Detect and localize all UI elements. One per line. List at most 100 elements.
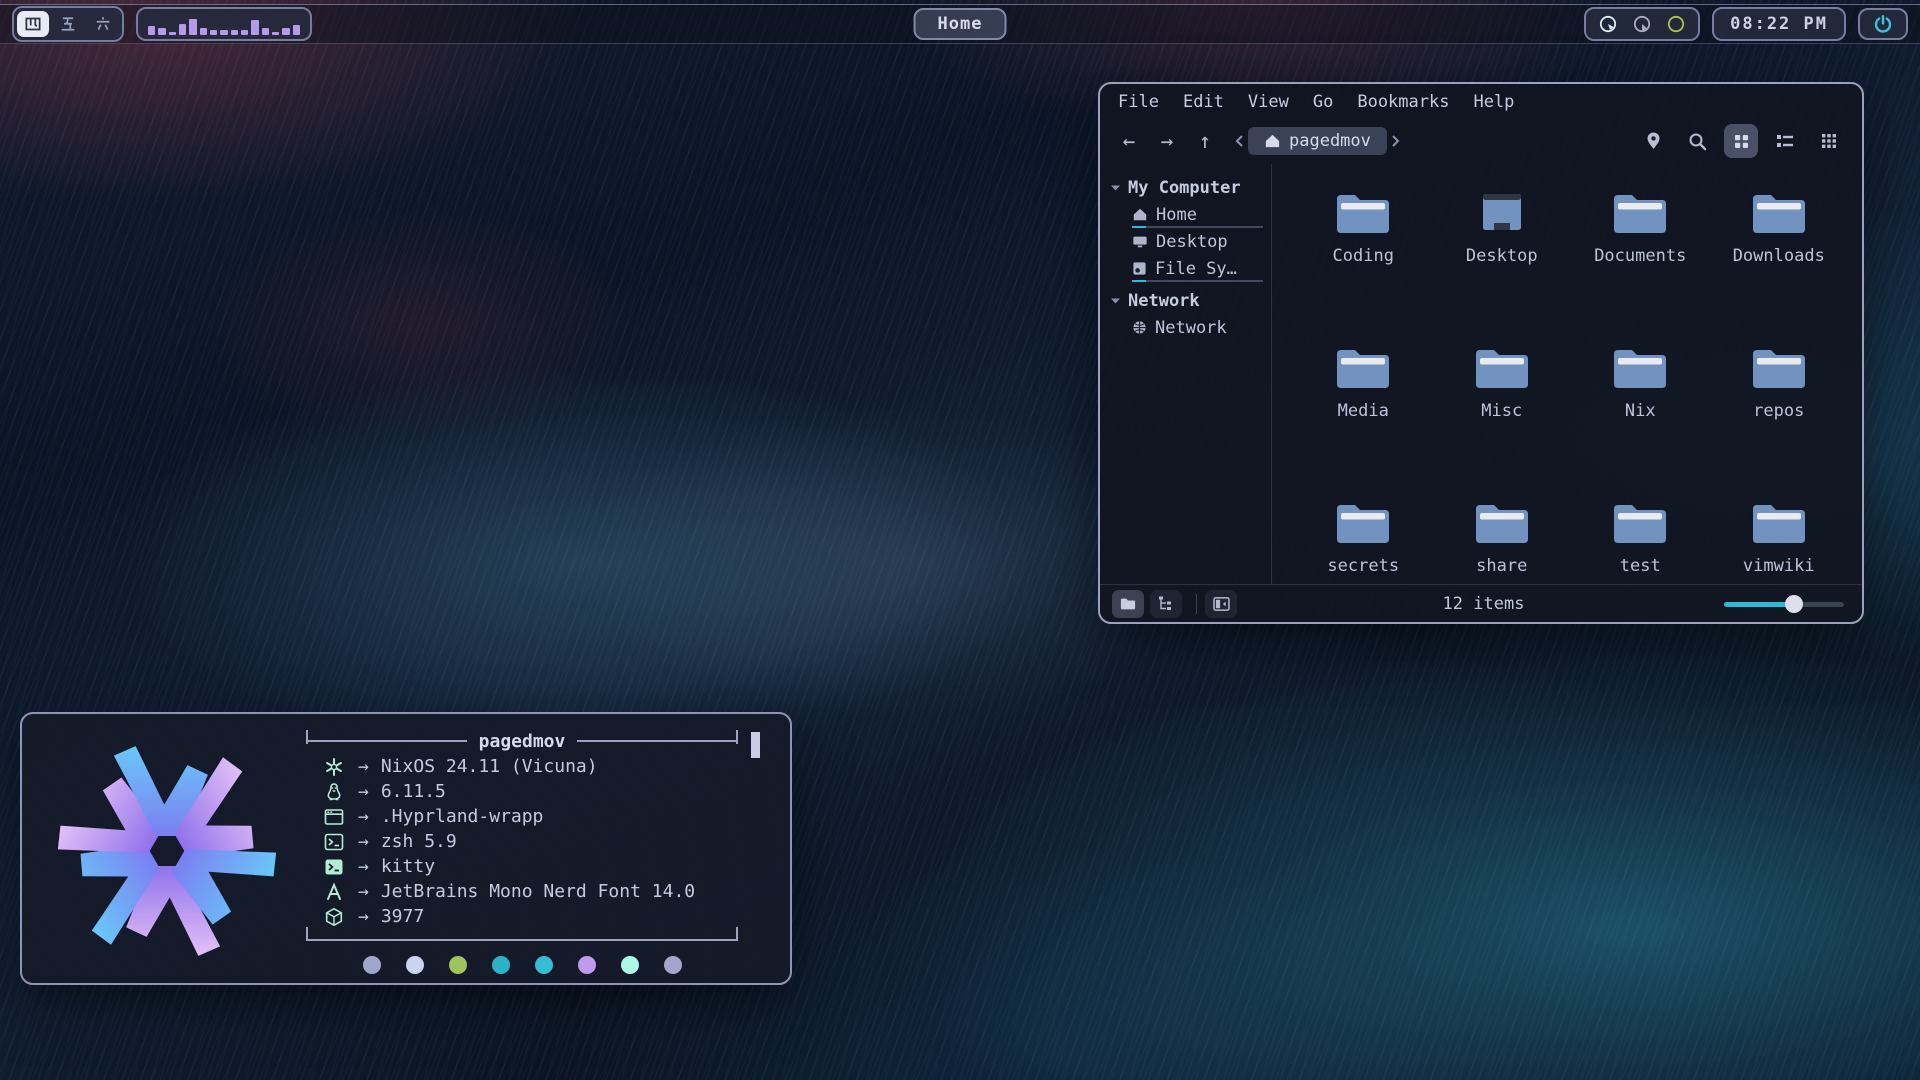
folder-test[interactable]: test <box>1571 494 1710 649</box>
folder-icon <box>1750 345 1808 391</box>
arrow-icon: → <box>358 756 369 777</box>
palette-dot <box>449 956 467 974</box>
toolbar: ← → ↑ pagedmov <box>1100 118 1862 164</box>
list-view-button[interactable] <box>1768 124 1802 158</box>
folder-share[interactable]: share <box>1433 494 1572 649</box>
slider-thumb[interactable] <box>1785 595 1803 613</box>
system-tray <box>1584 7 1700 41</box>
folder-icon <box>1611 190 1669 236</box>
menu-view[interactable]: View <box>1248 92 1289 114</box>
home-icon <box>1264 133 1281 149</box>
clock[interactable]: 08:22 PM <box>1712 7 1846 41</box>
path-tab-label: pagedmov <box>1289 131 1371 151</box>
usage-gauge-1-icon[interactable] <box>1598 14 1618 34</box>
nix-icon <box>324 757 344 777</box>
toggle-side-pane-button[interactable] <box>1205 590 1237 618</box>
power-button[interactable] <box>1858 8 1908 40</box>
compact-view-button[interactable] <box>1812 124 1846 158</box>
font-icon <box>324 882 344 902</box>
file-grid: Coding Desktop Documents Downloads Media <box>1272 164 1862 584</box>
menu-bookmarks[interactable]: Bookmarks <box>1357 92 1449 114</box>
home-icon <box>1132 207 1148 222</box>
folder-coding[interactable]: Coding <box>1294 184 1433 339</box>
sidebar-section-my-computer[interactable]: My Computer <box>1110 174 1265 201</box>
location-pin-button[interactable] <box>1636 124 1670 158</box>
folder-misc[interactable]: Misc <box>1433 339 1572 494</box>
tab-scroll-right-icon[interactable] <box>1391 134 1401 148</box>
active-window-title[interactable]: Home <box>914 8 1007 40</box>
top-bar: Home 08:22 PM <box>0 4 1920 44</box>
tree-pane-button[interactable] <box>1150 590 1182 618</box>
up-button[interactable]: ↑ <box>1192 129 1218 153</box>
folder-nix[interactable]: Nix <box>1571 339 1710 494</box>
hanzi-six-icon <box>95 16 111 32</box>
list-view-icon <box>1776 133 1794 149</box>
kernel-value: 6.11.5 <box>381 781 446 802</box>
info-row-terminal: → kitty <box>322 854 722 879</box>
folder-desktop[interactable]: Desktop <box>1433 184 1572 339</box>
info-row-kernel: → 6.11.5 <box>322 779 722 804</box>
folder-media[interactable]: Media <box>1294 339 1433 494</box>
shell-value: zsh 5.9 <box>381 831 457 852</box>
info-row-packages: → 3977 <box>322 904 722 929</box>
linux-icon <box>325 782 343 802</box>
folder-small-icon <box>1120 597 1136 611</box>
desktop-icon <box>1132 234 1148 249</box>
zoom-slider[interactable] <box>1724 595 1844 613</box>
sidebar-section-network[interactable]: Network <box>1110 287 1265 314</box>
nixos-snowflake-icon <box>58 742 276 960</box>
info-row-wm: → .Hyprland-wrapp <box>322 804 722 829</box>
sidebar-item-desktop[interactable]: Desktop <box>1110 228 1265 255</box>
arrow-icon: → <box>358 856 369 877</box>
menu-go[interactable]: Go <box>1313 92 1333 114</box>
arrow-icon: → <box>358 906 369 927</box>
workspace-6[interactable] <box>87 11 119 37</box>
arrow-icon: → <box>358 781 369 802</box>
forward-button[interactable]: → <box>1154 129 1180 153</box>
side-pane-icon <box>1213 597 1230 611</box>
terminal-cursor <box>751 732 760 758</box>
icon-view-button[interactable] <box>1724 124 1758 158</box>
sidebar-item-network[interactable]: Network <box>1110 314 1265 341</box>
hostname: pagedmov <box>479 731 566 752</box>
info-row-shell: → zsh 5.9 <box>322 829 722 854</box>
back-button[interactable]: ← <box>1116 129 1142 153</box>
sidebar-item-filesystem[interactable]: File Sy… <box>1110 255 1265 282</box>
location-pin-icon <box>1645 131 1662 151</box>
search-icon <box>1688 132 1707 151</box>
menu-help[interactable]: Help <box>1473 92 1514 114</box>
info-row-font: → JetBrains Mono Nerd Font 14.0 <box>322 879 722 904</box>
tab-scroll-left-icon[interactable] <box>1234 134 1244 148</box>
folder-icon <box>1611 345 1669 391</box>
folder-secrets[interactable]: secrets <box>1294 494 1433 649</box>
hanzi-five-icon <box>60 16 76 32</box>
palette-dot <box>406 956 424 974</box>
folder-downloads[interactable]: Downloads <box>1710 184 1849 339</box>
places-pane-button[interactable] <box>1112 590 1144 618</box>
chevron-down-icon <box>1110 297 1121 305</box>
workspace-5[interactable] <box>52 11 84 37</box>
audio-visualizer <box>136 7 312 41</box>
workspace-4[interactable] <box>17 11 49 37</box>
monitor-icon <box>1473 190 1531 236</box>
terminal-window: pagedmov → NixOS 24.11 (Vicuna) → 6.11.5… <box>20 712 792 985</box>
sidebar-item-home[interactable]: Home <box>1110 201 1265 228</box>
palette-dot <box>363 956 381 974</box>
power-icon <box>1873 14 1893 34</box>
folder-icon <box>1334 190 1392 236</box>
folder-vimwiki[interactable]: vimwiki <box>1710 494 1849 649</box>
path-tab[interactable]: pagedmov <box>1248 127 1387 155</box>
folder-repos[interactable]: repos <box>1710 339 1849 494</box>
nixos-logo <box>52 730 282 971</box>
folder-documents[interactable]: Documents <box>1571 184 1710 339</box>
search-button[interactable] <box>1680 124 1714 158</box>
usage-gauge-3-icon[interactable] <box>1666 14 1686 34</box>
places-sidebar: My Computer Home Desktop File Sy… Networ… <box>1100 164 1272 584</box>
arrow-icon: → <box>358 806 369 827</box>
terminal-value: kitty <box>381 856 435 877</box>
menu-file[interactable]: File <box>1118 92 1159 114</box>
globe-icon <box>1132 320 1147 335</box>
status-bar: 12 items <box>1100 584 1862 622</box>
usage-gauge-2-icon[interactable] <box>1632 14 1652 34</box>
menu-edit[interactable]: Edit <box>1183 92 1224 114</box>
